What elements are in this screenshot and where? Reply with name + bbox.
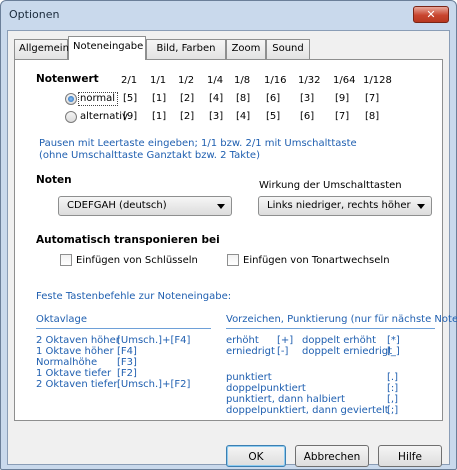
notenwert-column-header: 1/2	[178, 75, 195, 86]
oktavlage-divider	[36, 328, 211, 329]
punktierung-key: [.]	[387, 372, 398, 383]
accidental-double-key: [_]	[387, 346, 400, 357]
window-title: Optionen	[9, 8, 60, 21]
notenwert-key: [8]	[236, 93, 251, 104]
tab-noteneingabe[interactable]: Noteneingabe	[68, 36, 146, 60]
accidental-double-label: doppelt erniedrigt	[302, 346, 393, 357]
radio-normal[interactable]	[65, 93, 77, 105]
notenwert-key: [1]	[152, 111, 167, 122]
notenwert-key: [4]	[209, 93, 224, 104]
checkbox-key-changes[interactable]	[227, 254, 239, 266]
accidental-label: erniedrigt	[226, 346, 275, 357]
notenwert-key: [9]	[335, 93, 350, 104]
notenwert-key: [8]	[365, 111, 380, 122]
noten-heading: Noten	[36, 174, 72, 186]
radio-normal-label: normal	[78, 92, 118, 106]
tab-panel-noteneingabe: Notenwert 2/1 1/1 1/2 1/4 1/8 1/16 1/32 1/64 1/1…	[14, 59, 457, 421]
notenwert-key: [2]	[180, 111, 195, 122]
vorzeichen-heading: Vorzeichen, Punktierung (nur für nächste…	[226, 314, 457, 325]
notenwert-column-header: 1/16	[264, 75, 287, 86]
cancel-button[interactable]: Abbrechen	[295, 445, 369, 467]
notenwert-key: [7]	[365, 93, 380, 104]
dialog-client-area: Allgemein Noteneingabe Bild, Farben Zoom…	[7, 30, 457, 467]
notenwert-column-header: 2/1	[121, 75, 138, 86]
notenwert-column-header: 1/32	[298, 75, 321, 86]
chevron-down-icon	[217, 204, 225, 209]
accidental-double-label: doppelt erhöht	[302, 335, 376, 346]
checkbox-clefs-label: Einfügen von Schlüsseln	[76, 255, 198, 266]
oktavlage-item-key: [Umsch.]+[F4]	[117, 335, 191, 346]
oktavlage-item-key: [F3]	[117, 357, 137, 368]
punktierung-key: [:]	[387, 383, 399, 394]
checkbox-key-changes-label: Einfügen von Tonartwechseln	[243, 255, 390, 266]
help-button[interactable]: Hilfe	[378, 445, 442, 467]
notenwert-key: [5]	[266, 111, 281, 122]
shortcuts-heading: Feste Tastenbefehle zur Noteneingabe:	[36, 291, 232, 302]
punktierung-label: doppelpunktiert	[226, 383, 306, 394]
notenwert-key: [6]	[300, 111, 315, 122]
punktierung-label: punktiert	[226, 372, 272, 383]
oktavlage-item-label: 2 Oktaven tiefer	[36, 379, 118, 390]
notenwert-key: [1]	[152, 93, 167, 104]
punktierung-label: punktiert, dann halbiert	[226, 394, 345, 405]
close-icon: ✕	[426, 8, 436, 21]
notenwert-key: [6]	[266, 93, 281, 104]
punktierung-key: [,]	[387, 394, 398, 405]
transpose-heading: Automatisch transponieren bei	[36, 234, 220, 246]
shift-effect-value: Links niedriger, rechts höher	[267, 200, 411, 211]
accidental-label: erhöht	[226, 335, 259, 346]
punktierung-label: doppelpunktiert, dann geviertelt	[226, 405, 389, 416]
checkbox-clefs[interactable]	[60, 254, 72, 266]
radio-alternativ[interactable]	[65, 111, 77, 123]
notenwert-key: [3]	[209, 111, 224, 122]
notenwert-key: [7]	[335, 111, 350, 122]
tab-zoom[interactable]: Zoom	[226, 39, 266, 59]
ok-button[interactable]: OK	[226, 445, 286, 467]
title-bar[interactable]: Optionen ✕	[1, 1, 456, 29]
notenwert-column-header: 1/128	[363, 75, 392, 86]
note-names-value: CDEFGAH (deutsch)	[67, 200, 167, 211]
oktavlage-heading: Oktavlage	[36, 314, 88, 325]
oktavlage-item-key: [F2]	[117, 368, 137, 379]
pause-note-line1: Pausen mit Leertaste eingeben; 1/1 bzw. …	[39, 138, 357, 149]
oktavlage-item-key: [Umsch.]+[F2]	[117, 379, 191, 390]
oktavlage-item-label: 2 Oktaven höher	[36, 335, 120, 346]
oktavlage-item-label: Normalhöhe	[36, 357, 98, 368]
notenwert-column-header: 1/1	[150, 75, 167, 86]
notenwert-key: [3]	[300, 93, 315, 104]
notenwert-key: [5]	[123, 93, 138, 104]
tab-sound[interactable]: Sound	[266, 39, 310, 59]
notenwert-key: [4]	[236, 111, 251, 122]
radio-alternativ-label: alternativ	[80, 111, 128, 122]
notenwert-column-header: 1/4	[207, 75, 224, 86]
shift-effect-label: Wirkung der Umschalttasten	[259, 180, 402, 191]
vorzeichen-divider	[226, 328, 435, 329]
accidental-double-key: [*]	[387, 335, 400, 346]
options-dialog: Optionen ✕ Allgemein Noteneingabe Bild, …	[0, 0, 457, 470]
notenwert-column-header: 1/8	[234, 75, 251, 86]
oktavlage-item-label: 1 Oktave tiefer	[36, 368, 112, 379]
note-names-select[interactable]: CDEFGAH (deutsch)	[58, 196, 232, 216]
tab-allgemein[interactable]: Allgemein	[14, 39, 69, 59]
focus-rect	[78, 92, 118, 106]
oktavlage-item-key: [F4]	[117, 346, 137, 357]
tab-bild-farben[interactable]: Bild, Farben	[146, 39, 226, 59]
accidental-key: [-]	[277, 346, 289, 357]
pause-note-line2: (ohne Umschalttaste Ganztakt bzw. 2 Takt…	[39, 150, 260, 161]
notenwert-key: [2]	[180, 93, 195, 104]
punktierung-key: [;]	[387, 405, 399, 416]
accidental-key: [+]	[277, 335, 294, 346]
notenwert-column-header: 1/64	[333, 75, 356, 86]
chevron-down-icon	[417, 204, 425, 209]
notenwert-key: [9]	[123, 111, 138, 122]
close-button[interactable]: ✕	[413, 6, 449, 23]
oktavlage-item-label: 1 Oktave höher	[36, 346, 114, 357]
notenwert-heading: Notenwert	[36, 73, 99, 85]
shift-effect-select[interactable]: Links niedriger, rechts höher	[258, 196, 432, 216]
